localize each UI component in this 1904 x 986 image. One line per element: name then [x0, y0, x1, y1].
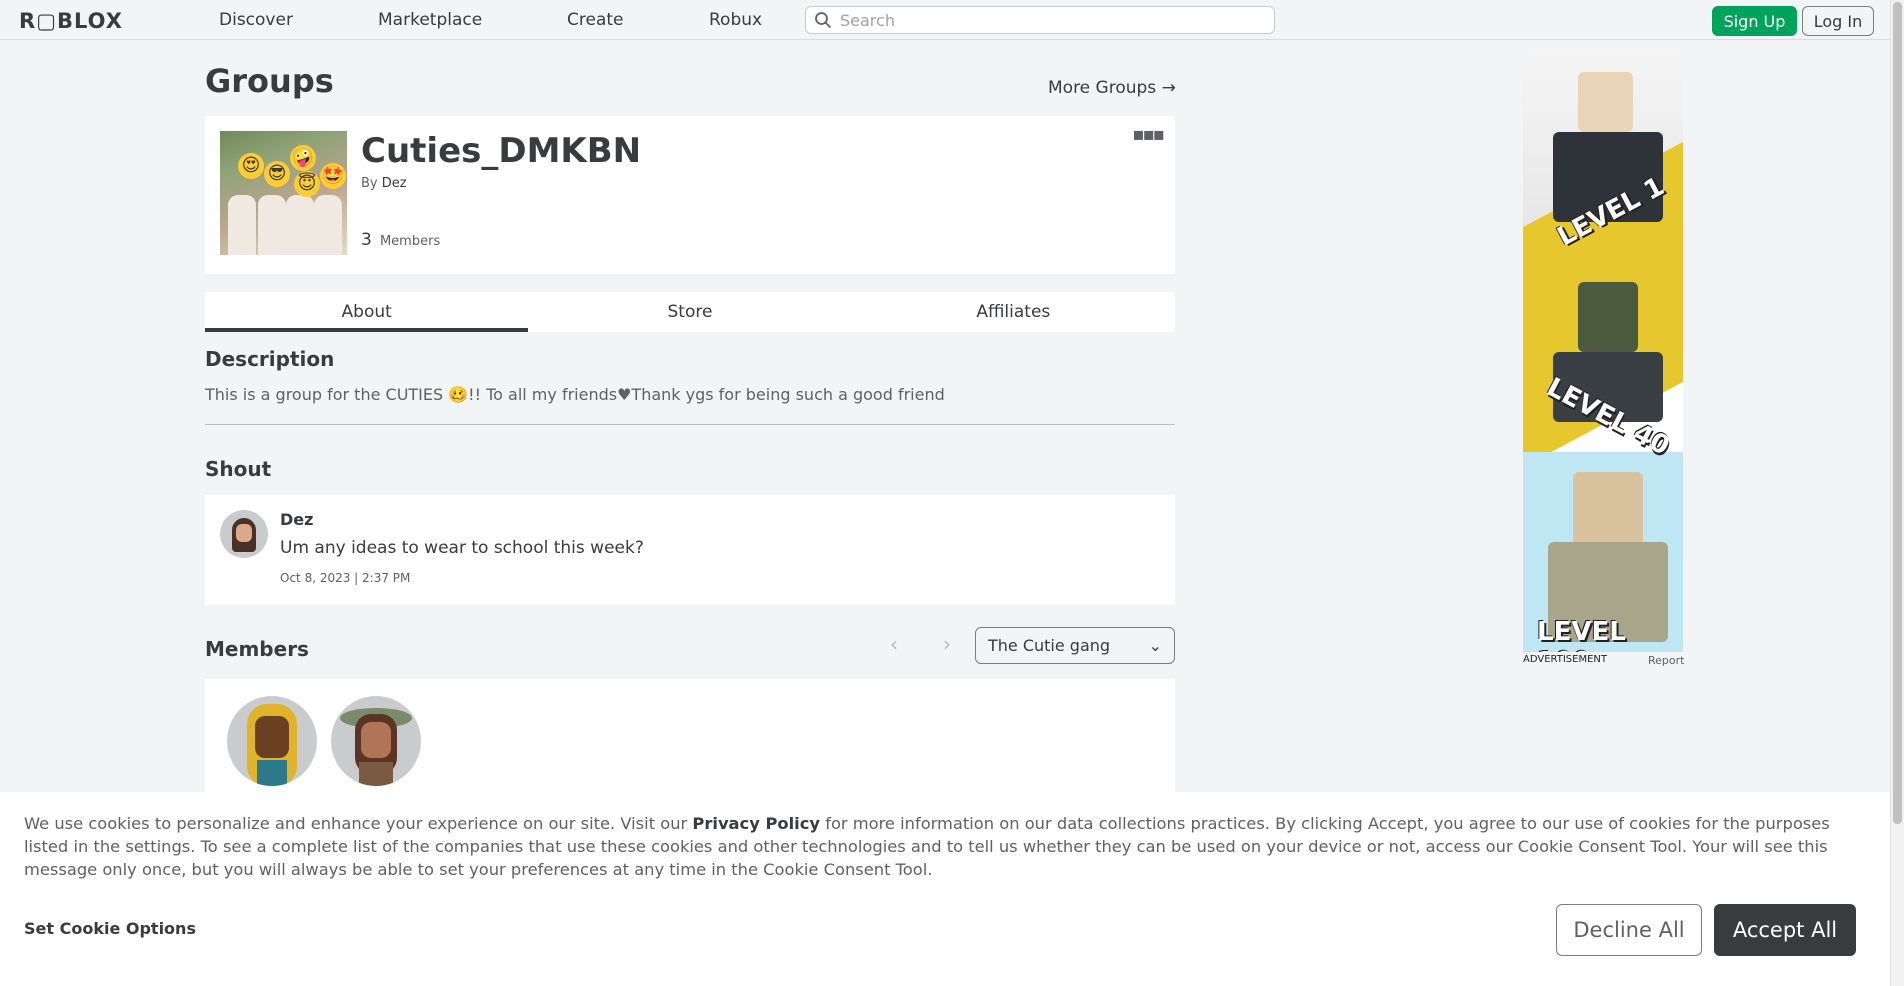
nav-marketplace[interactable]: Marketplace: [378, 10, 482, 30]
description-heading: Description: [205, 347, 335, 371]
tab-store[interactable]: Store: [528, 292, 851, 332]
member-avatar[interactable]: [227, 696, 317, 786]
sign-up-button[interactable]: Sign Up: [1712, 6, 1797, 36]
emoji-face-icon: 🤩: [320, 163, 346, 189]
ad-label-level-100: LEVEL 100: [1537, 617, 1626, 652]
set-cookie-options-link[interactable]: Set Cookie Options: [24, 919, 196, 938]
member-avatar-image: [247, 704, 297, 786]
roblox-logo[interactable]: R▢BLOX: [19, 9, 123, 33]
report-ad-link[interactable]: Report: [1648, 654, 1684, 667]
shout-author[interactable]: Dez: [280, 510, 313, 529]
owner-link[interactable]: Dez: [382, 176, 407, 191]
shout-card: Dez Um any ideas to wear to school this …: [205, 495, 1175, 605]
cookie-consent-banner: We use cookies to personalize and enhanc…: [0, 792, 1890, 986]
role-selected-value: The Cutie gang: [988, 636, 1111, 655]
members-list: [205, 679, 1175, 799]
group-tabs: About Store Affiliates: [205, 292, 1175, 332]
search-input[interactable]: [840, 10, 1260, 30]
advertisement-banner[interactable]: LEVEL 1 LEVEL 40 LEVEL 100: [1523, 52, 1683, 652]
member-count-label: Members: [379, 234, 441, 249]
group-owner: By Dez: [361, 176, 407, 191]
advertisement-label: ADVERTISEMENT: [1523, 654, 1608, 665]
cookie-consent-text: We use cookies to personalize and enhanc…: [24, 812, 1864, 881]
emoji-face-icon: 😎: [264, 161, 290, 187]
shout-date: Oct 8, 2023 | 2:37 PM: [280, 571, 411, 585]
shout-message: Um any ideas to wear to school this week…: [280, 538, 644, 558]
member-avatar[interactable]: [331, 696, 421, 786]
members-heading: Members: [205, 637, 309, 661]
emoji-face-icon: 😇: [294, 171, 320, 197]
role-dropdown[interactable]: The Cutie gang ⌄: [975, 627, 1175, 664]
privacy-policy-link[interactable]: Privacy Policy: [692, 814, 820, 833]
decline-all-button[interactable]: Decline All: [1556, 904, 1702, 956]
chevron-down-icon: ⌄: [1148, 636, 1162, 655]
search-icon: [815, 12, 831, 28]
page-title: Groups: [205, 62, 334, 100]
member-avatar-image: [340, 708, 412, 786]
cookie-text-before: We use cookies to personalize and enhanc…: [24, 814, 693, 833]
emoji-face-icon: 😍: [238, 153, 264, 179]
member-count-number: 3: [361, 230, 372, 250]
nav-discover[interactable]: Discover: [219, 10, 293, 30]
chevron-left-icon[interactable]: ‹: [890, 632, 898, 656]
tab-affiliates[interactable]: Affiliates: [852, 292, 1175, 332]
group-member-count: 3 Members: [361, 230, 440, 250]
group-name: Cuties_DMKBN: [361, 131, 642, 171]
scrollbar-thumb[interactable]: [1893, 2, 1902, 824]
nav-robux[interactable]: Robux: [709, 10, 762, 30]
shout-heading: Shout: [205, 457, 272, 481]
owner-prefix: By: [361, 176, 378, 191]
top-navigation-bar: R▢BLOX Discover Marketplace Create Robux…: [0, 0, 1890, 40]
avatar[interactable]: [220, 510, 268, 558]
divider: [205, 424, 1175, 425]
group-emblem-image: 😍 😎 🤪 😇 🤩: [220, 131, 347, 255]
description-text: This is a group for the CUTIES 🥴!! To al…: [205, 385, 945, 404]
group-header-card: 😍 😎 🤪 😇 🤩 Cuties_DMKBN By Dez 3 Members …: [205, 116, 1175, 274]
nav-create[interactable]: Create: [567, 10, 624, 30]
more-groups-link[interactable]: More Groups →: [1048, 78, 1176, 98]
emoji-face-icon: 🤪: [290, 145, 316, 171]
log-in-button[interactable]: Log In: [1802, 6, 1874, 36]
chevron-right-icon[interactable]: ›: [943, 632, 951, 656]
accept-all-button[interactable]: Accept All: [1714, 904, 1856, 956]
tab-about[interactable]: About: [205, 292, 529, 332]
search-box[interactable]: [805, 6, 1275, 34]
page-scrollbar[interactable]: [1890, 0, 1904, 986]
more-options-icon[interactable]: ▪▪▪: [1132, 124, 1165, 145]
